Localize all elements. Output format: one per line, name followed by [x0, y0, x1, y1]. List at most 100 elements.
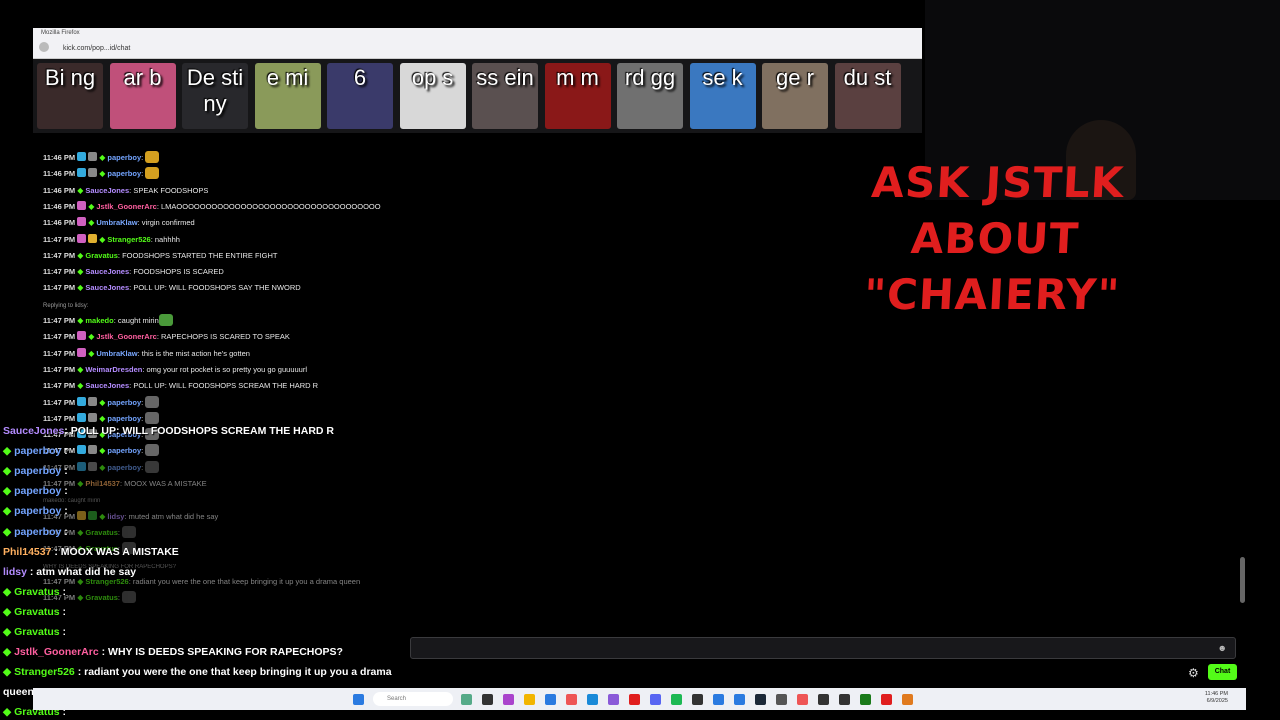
chat-message: 11:46 PM ◆ Jstlk_GoonerArc: LMAOOOOOOOOOO… — [43, 200, 381, 214]
overlay-text: : — [61, 445, 68, 458]
sub-badge-icon: ◆ — [99, 413, 106, 423]
message-username[interactable]: paperboy — [107, 169, 141, 178]
emote-label: du st — [843, 65, 892, 90]
spotify-icon[interactable] — [671, 694, 682, 705]
message-username[interactable]: paperboy — [107, 414, 141, 423]
sub-badge-icon: ◆ — [3, 585, 12, 598]
reply-context: Replying to lidsy: — [43, 302, 89, 309]
start-icon[interactable] — [353, 694, 364, 705]
message-username[interactable]: makedo — [85, 316, 113, 325]
reload-icon[interactable] — [39, 42, 49, 52]
chat-scrollbar[interactable] — [1240, 557, 1245, 603]
message-username[interactable]: UmbraKlaw — [96, 349, 137, 358]
settings-gear-icon[interactable]: ⚙ — [1188, 666, 1199, 680]
chat-message: 11:47 PM ◆ SauceJones: FOODSHOPS IS SCARE… — [43, 265, 224, 279]
message-username[interactable]: SauceJones — [85, 267, 129, 276]
sub-badge-icon: ◆ — [88, 218, 95, 228]
overlay-message: ◆ paperboy : — [3, 485, 68, 497]
app-icon[interactable] — [545, 694, 556, 705]
app-icon[interactable] — [734, 694, 745, 705]
emote-tile: Bi ng — [37, 63, 103, 129]
emote-picker-icon[interactable]: ☻ — [1218, 643, 1227, 653]
app-icon[interactable] — [776, 694, 787, 705]
opera-icon[interactable] — [566, 694, 577, 705]
message-username[interactable]: Jstlk_GoonerArc — [96, 332, 156, 341]
message-username[interactable]: SauceJones — [85, 186, 129, 195]
taskbar-clock[interactable]: 11:46 PM 6/9/2025 — [1205, 691, 1228, 705]
explorer-icon[interactable] — [524, 694, 535, 705]
message-username[interactable]: Gravatus — [85, 593, 118, 602]
app-icon[interactable] — [608, 694, 619, 705]
clock-date: 6/9/2025 — [1206, 698, 1228, 704]
message-username[interactable]: UmbraKlaw — [96, 218, 137, 227]
emote-label: ar b — [123, 65, 162, 90]
message-text: virgin confirmed — [141, 218, 195, 228]
message-username[interactable]: WeimarDresden — [85, 365, 142, 374]
taskbar-search[interactable]: Search — [373, 692, 453, 706]
message-username[interactable]: Stranger526 — [85, 577, 128, 586]
app-icon[interactable] — [692, 694, 703, 705]
emote-label: ss ein — [476, 65, 534, 90]
message-username[interactable]: Gravatus — [85, 251, 118, 260]
sub-badge-icon: ◆ — [99, 169, 106, 179]
message-username[interactable]: paperboy — [107, 398, 141, 407]
message-username[interactable]: Phil14537 — [85, 479, 120, 488]
app-icon[interactable] — [818, 694, 829, 705]
emote-label: ge r — [776, 65, 814, 90]
chat-input[interactable]: ☻ — [410, 637, 1236, 659]
message-username[interactable]: paperboy — [107, 463, 141, 472]
sub-badge-icon: ◆ — [88, 348, 95, 358]
chat-emote — [145, 444, 160, 457]
message-timestamp: 11:46 PM — [43, 169, 76, 179]
sub-badge-icon: ◆ — [3, 605, 12, 618]
widgets-icon[interactable] — [461, 694, 472, 705]
obs-icon[interactable] — [839, 694, 850, 705]
message-username[interactable]: SauceJones — [85, 283, 129, 292]
message-username[interactable]: paperboy — [107, 153, 141, 162]
sub-badge-icon: ◆ — [3, 626, 12, 638]
sub-badge-icon: ◆ — [3, 465, 12, 478]
app-icon[interactable] — [881, 694, 892, 705]
app-icon[interactable] — [797, 694, 808, 705]
app-icon[interactable] — [902, 694, 913, 705]
chat-send-button[interactable]: Chat — [1208, 664, 1237, 680]
address-bar[interactable]: kick.com/pop...id/chat — [63, 45, 130, 52]
overlay-text: : radiant you were the one that keep bri… — [74, 666, 392, 679]
message-text: muted atm what did he say — [128, 511, 219, 521]
app-icon[interactable] — [503, 694, 514, 705]
overlay-message: ◆ Jstlk_GoonerArc : WHY IS DEEDS SPEAKING… — [3, 646, 343, 658]
task-view-icon[interactable] — [482, 694, 493, 705]
message-username[interactable]: Gravatus — [85, 528, 118, 537]
sub-badge-icon: ◆ — [99, 234, 106, 244]
overlay-username: Gravatus — [14, 626, 60, 638]
overlay-message: ◆ paperboy : — [3, 465, 68, 477]
message-username[interactable]: SauceJones — [85, 381, 129, 390]
message-text: FOODSHOPS IS SCARED — [133, 267, 224, 277]
app-icon[interactable] — [713, 694, 724, 705]
edge-icon[interactable] — [587, 694, 598, 705]
overlay-message: ◆ paperboy : — [3, 505, 68, 517]
message-timestamp: 11:47 PM — [43, 250, 76, 260]
overlay-message: ◆ Gravatus : — [3, 626, 66, 638]
overlay-text: : — [61, 525, 68, 538]
message-username[interactable]: Stranger526 — [107, 235, 150, 244]
youtube-icon[interactable] — [629, 694, 640, 705]
message-username[interactable]: paperboy — [107, 446, 141, 455]
user-badge-icon — [88, 168, 98, 178]
chat-emote — [145, 460, 160, 473]
overlay-message: ◆ paperboy : — [3, 526, 68, 538]
overlay-text: : — [61, 505, 68, 518]
overlay-text: : MOOX WAS A MISTAKE — [51, 545, 179, 558]
message-username[interactable]: Jstlk_GoonerArc — [96, 202, 156, 211]
emote-label: 6 — [353, 65, 367, 90]
emote-label: se k — [702, 65, 743, 90]
overlay-text: : — [59, 585, 67, 598]
discord-icon[interactable] — [650, 694, 661, 705]
steam-icon[interactable] — [755, 694, 766, 705]
message-username[interactable]: lidsy — [107, 512, 124, 521]
message-text: SPEAK FOODSHOPS — [133, 185, 209, 195]
message-text: nahhhh — [154, 234, 180, 244]
user-badge-icon — [88, 461, 98, 471]
app-icon[interactable] — [860, 694, 871, 705]
overlay-username: Stranger526 — [14, 666, 75, 679]
